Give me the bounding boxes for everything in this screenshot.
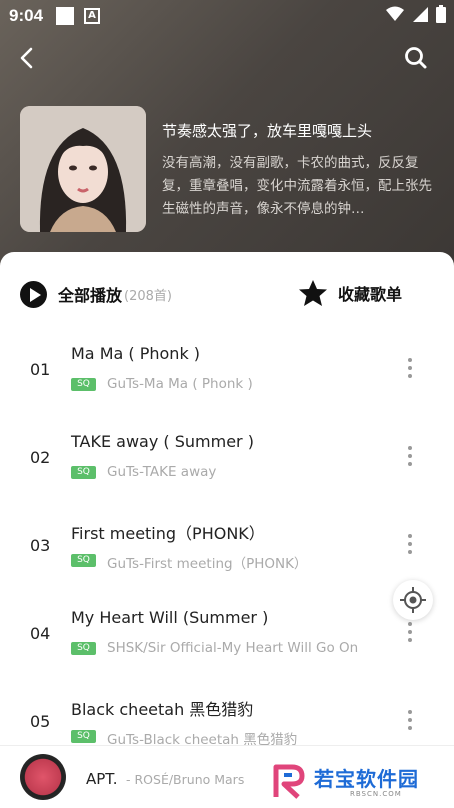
notification-icon xyxy=(56,7,74,25)
song-row-3[interactable]: 03 First meeting（PHONK） SQ GuTs-First me… xyxy=(0,508,454,596)
now-playing-title: APT. xyxy=(86,770,118,788)
more-options-icon[interactable] xyxy=(400,618,420,648)
now-playing-artist: - ROSÉ/Bruno Mars xyxy=(126,772,245,787)
status-icons xyxy=(386,5,446,23)
sq-quality-badge: SQ xyxy=(71,378,96,391)
song-number: 03 xyxy=(30,536,51,555)
song-title: TAKE away ( Summer ) xyxy=(71,432,254,451)
song-title: My Heart Will (Summer ) xyxy=(71,608,269,627)
play-all-button[interactable]: 全部播放 (208首) xyxy=(20,280,172,308)
song-artist: SHSK/Sir Official-My Heart Will Go On xyxy=(107,640,359,656)
more-options-icon[interactable] xyxy=(400,354,420,384)
watermark-name: 若宝软件园 xyxy=(314,767,419,791)
more-options-icon[interactable] xyxy=(400,530,420,560)
play-icon xyxy=(20,280,47,308)
watermark-url: RBSCN.COM xyxy=(350,790,402,798)
playlist-description[interactable]: 没有高潮，没有副歌，卡农的曲式，反反复复，重章叠唱，变化中流露着永恒，配上张先生… xyxy=(162,152,437,221)
song-artist: GuTs-First meeting（PHONK） xyxy=(107,556,308,572)
more-options-icon[interactable] xyxy=(400,706,420,736)
search-icon[interactable] xyxy=(402,44,430,72)
album-disc-image[interactable] xyxy=(20,754,66,800)
sq-quality-badge: SQ xyxy=(71,466,96,479)
app-notification-icon: A xyxy=(84,8,100,24)
song-title: Ma Ma ( Phonk ) xyxy=(71,344,201,363)
status-bar: 9:04 A xyxy=(0,0,454,32)
playlist-cover-image[interactable] xyxy=(20,106,146,232)
sq-quality-badge: SQ xyxy=(71,730,96,743)
sq-quality-badge: SQ xyxy=(71,554,96,567)
locate-icon xyxy=(400,587,426,613)
song-number: 05 xyxy=(30,712,51,731)
playlist-title: 节奏感太强了，放车里嘎嘎上头 xyxy=(162,122,373,140)
watermark-logo: 若宝软件园 RBSCN.COM xyxy=(272,763,442,803)
more-options-icon[interactable] xyxy=(400,442,420,472)
song-number: 01 xyxy=(30,360,51,379)
signal-icon xyxy=(413,7,428,22)
song-artist: GuTs-TAKE away xyxy=(107,464,217,480)
song-row-1[interactable]: 01 Ma Ma ( Phonk ) SQ GuTs-Ma Ma ( Phonk… xyxy=(0,332,454,420)
song-row-2[interactable]: 02 TAKE away ( Summer ) SQ GuTs-TAKE awa… xyxy=(0,420,454,508)
song-artist: GuTs-Ma Ma ( Phonk ) xyxy=(107,376,253,392)
song-title: First meeting（PHONK） xyxy=(71,524,265,543)
collect-label: 收藏歌单 xyxy=(338,285,403,304)
song-title: Black cheetah 黑色猎豹 xyxy=(71,700,254,719)
cover-portrait xyxy=(20,106,146,232)
collect-playlist-button[interactable]: 收藏歌单 xyxy=(298,279,402,307)
song-number: 02 xyxy=(30,448,51,467)
song-count: (208首) xyxy=(124,288,172,304)
locate-current-song-button[interactable] xyxy=(393,580,433,620)
rbscn-logo-icon xyxy=(273,764,305,799)
back-arrow-icon[interactable] xyxy=(14,44,42,72)
wifi-icon xyxy=(386,6,404,21)
play-all-label: 全部播放 xyxy=(58,286,123,305)
star-icon xyxy=(299,280,327,306)
song-row-4[interactable]: 04 My Heart Will (Summer ) SQ SHSK/Sir O… xyxy=(0,596,454,684)
status-time: 9:04 xyxy=(9,6,44,25)
sq-quality-badge: SQ xyxy=(71,642,96,655)
song-number: 04 xyxy=(30,624,51,643)
battery-icon xyxy=(436,5,446,23)
